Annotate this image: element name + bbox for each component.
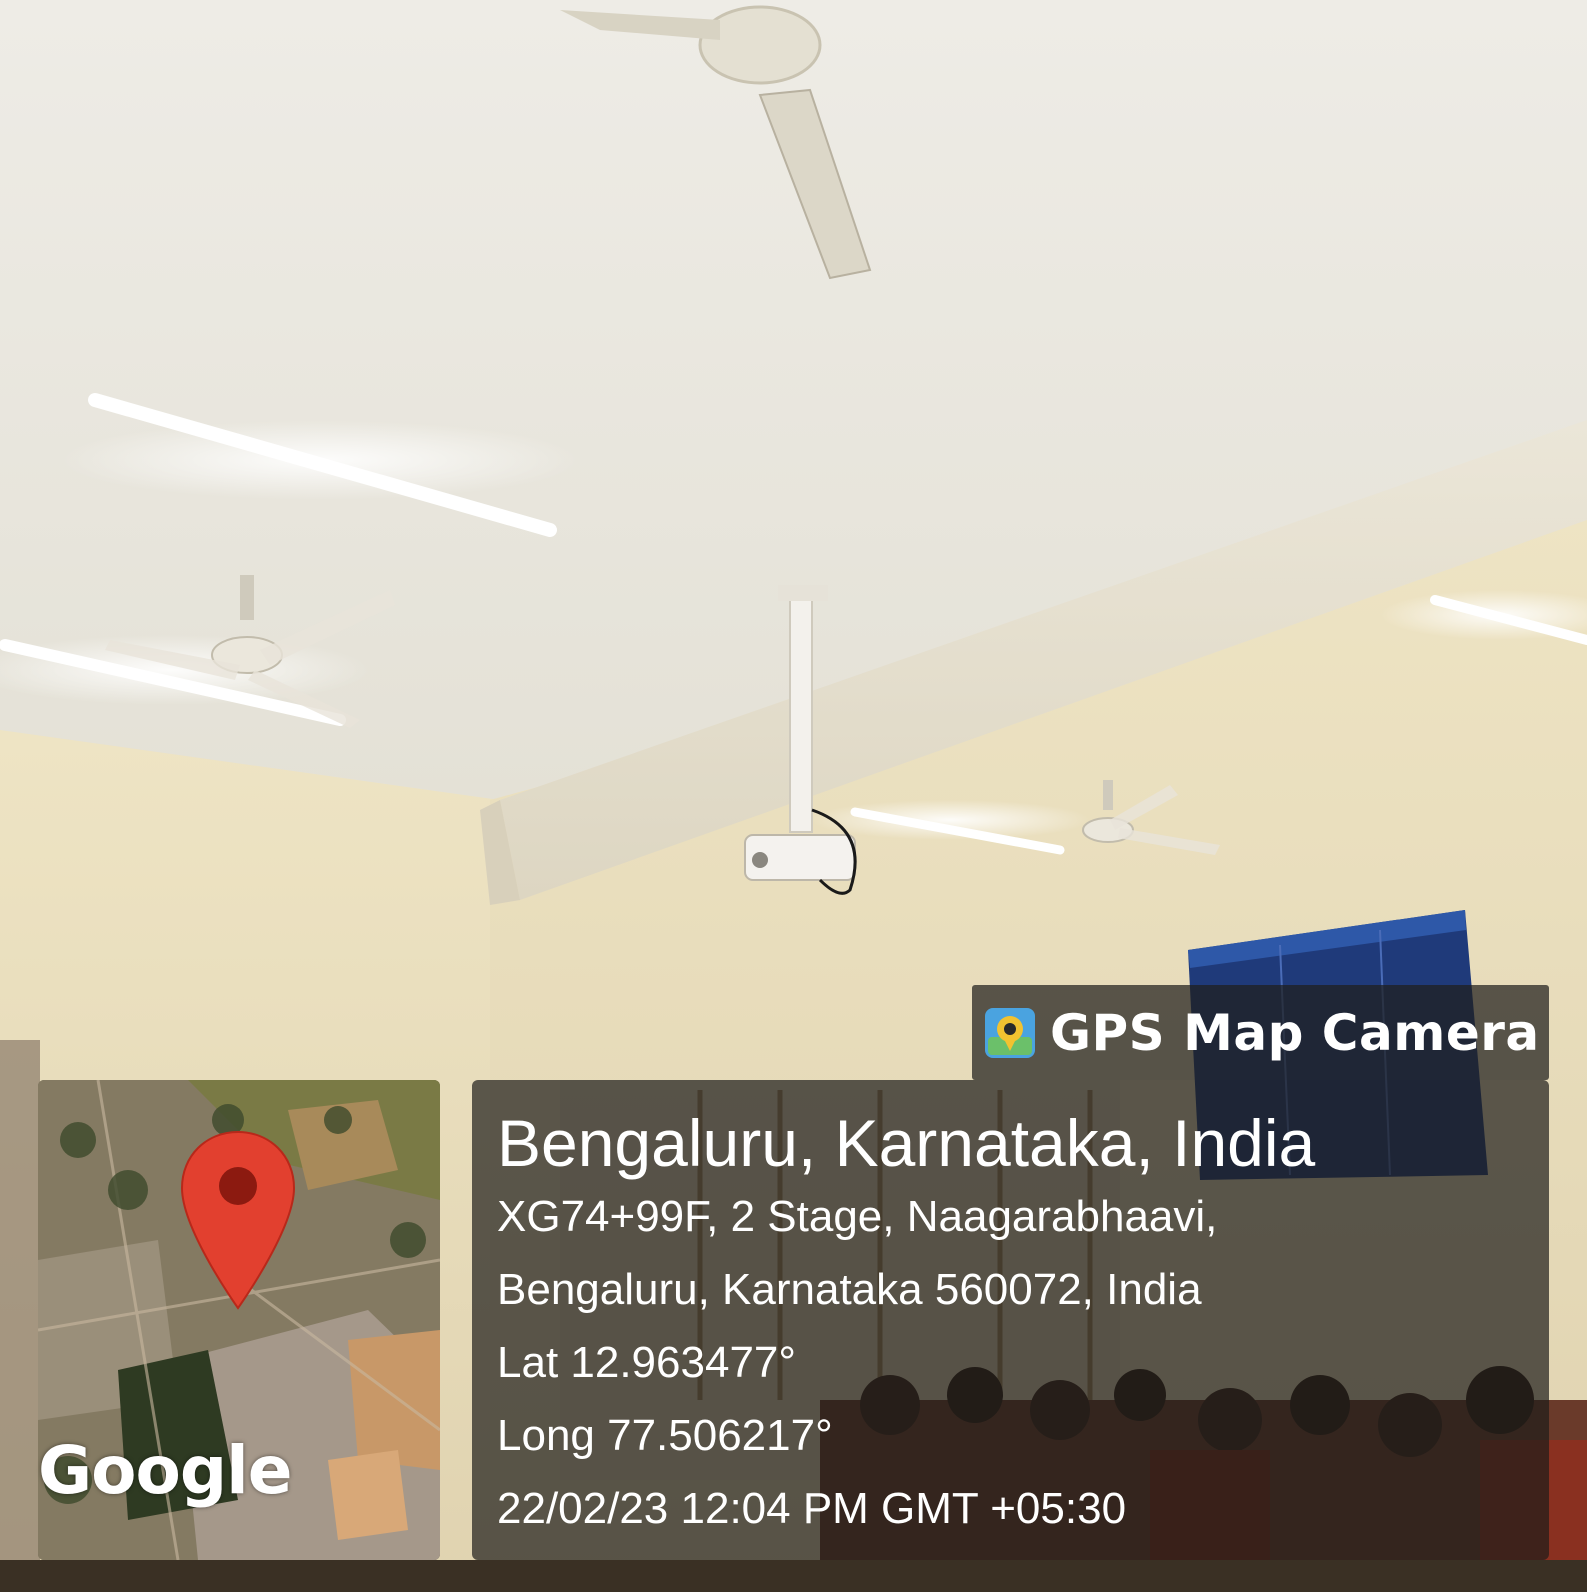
location-title: Bengaluru, Karnataka, India [497, 1106, 1316, 1180]
longitude: Long 77.506217° [497, 1411, 833, 1460]
app-watermark: GPS Map Camera [972, 985, 1549, 1080]
map-brand: Google [38, 1432, 292, 1509]
address-line-1: XG74+99F, 2 Stage, Naagarabhaavi, [497, 1192, 1218, 1241]
google-logo-text: Google [38, 1432, 292, 1509]
map-pin-icon [180, 1130, 296, 1310]
latitude: Lat 12.963477° [497, 1338, 796, 1387]
gps-map-camera-app-icon [985, 1007, 1035, 1058]
app-name: GPS Map Camera [1050, 1003, 1540, 1062]
datetime: 22/02/23 12:04 PM GMT +05:30 [497, 1484, 1127, 1533]
address-line-2: Bengaluru, Karnataka 560072, India [497, 1265, 1202, 1314]
